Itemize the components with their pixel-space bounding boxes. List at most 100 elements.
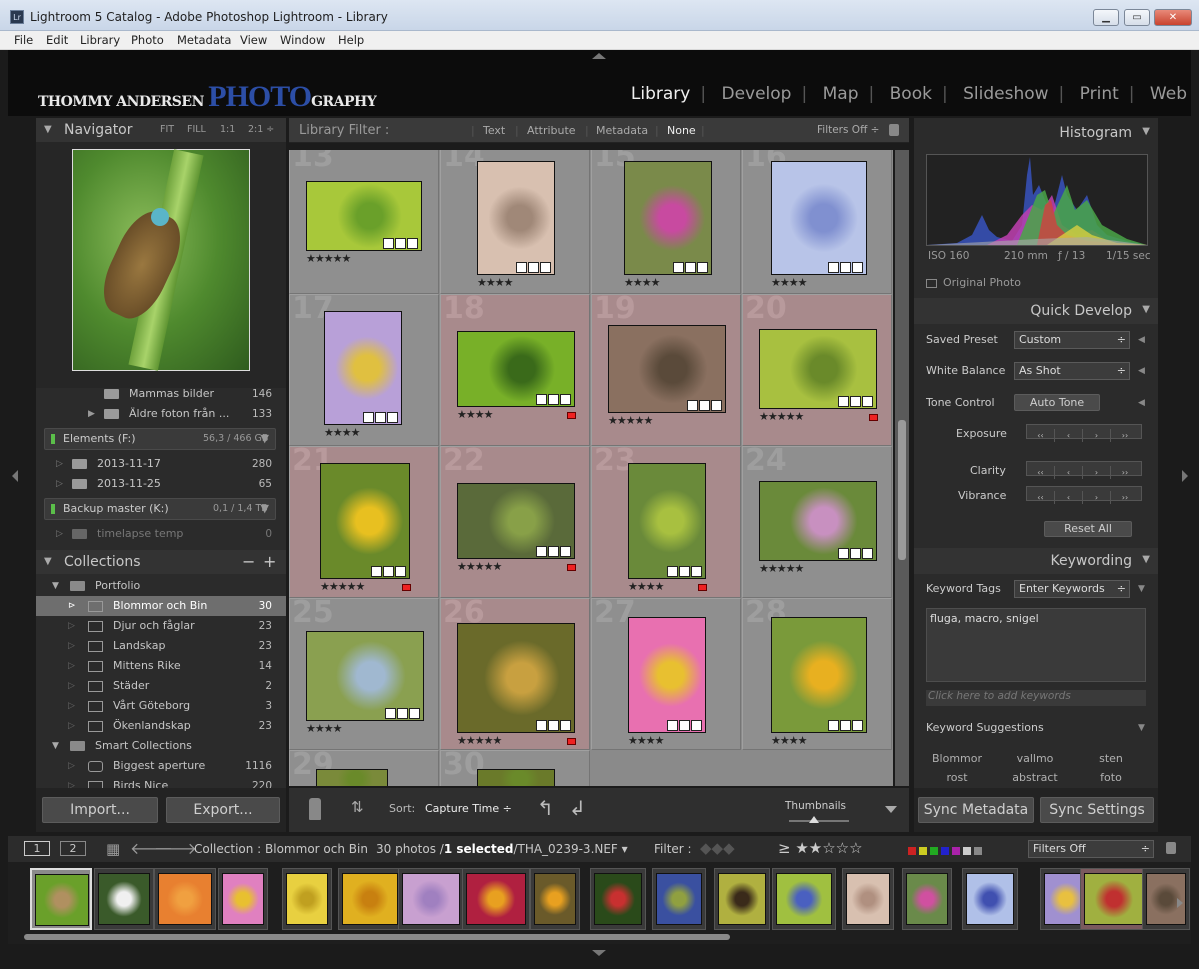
thumbnail-badges[interactable]: [666, 720, 702, 731]
vibrance-stepper[interactable]: ‹‹ ‹ › ››: [1026, 486, 1142, 504]
white-balance-select[interactable]: As Shot ÷: [1014, 362, 1130, 380]
sync-settings-button[interactable]: Sync Settings: [1040, 797, 1154, 823]
grid-cell[interactable]: 20 ★★★★★: [742, 291, 892, 446]
smart-collections-set[interactable]: ▼ Smart Collections: [36, 736, 286, 756]
auto-tone-button[interactable]: Auto Tone: [1014, 394, 1100, 411]
thumbnail-badges[interactable]: [535, 720, 571, 731]
grid-cell[interactable]: 26 ★★★★★: [440, 595, 590, 750]
folder-item[interactable]: ▷ 2013-11-17 280: [36, 454, 286, 474]
color-label-red[interactable]: [567, 412, 576, 419]
filmstrip-thumbnail[interactable]: [530, 868, 580, 930]
maximize-button[interactable]: ▭: [1124, 9, 1150, 26]
thumbnail-rating[interactable]: ★★★★: [628, 734, 664, 747]
collapse-bottom-panel-icon[interactable]: [592, 950, 606, 956]
forward-arrow-icon[interactable]: 🡒: [154, 838, 197, 858]
thumbnail-badges[interactable]: [362, 412, 398, 423]
sort-dropdown[interactable]: Capture Time ÷: [425, 802, 512, 815]
collapse-top-panel-icon[interactable]: [592, 53, 606, 59]
module-web[interactable]: Web: [1150, 84, 1187, 104]
grid-thumbnail[interactable]: [771, 161, 867, 275]
folder-item[interactable]: ▷ timelapse temp 0: [36, 524, 286, 544]
filmstrip-thumbnail[interactable]: [462, 868, 530, 930]
filmstrip-thumbnail[interactable]: [30, 868, 92, 930]
filter-text[interactable]: Text: [483, 118, 505, 143]
volume-backup[interactable]: Backup master (K:) 0,1 / 1,4 TB ▼: [44, 498, 276, 520]
thumbnail-badges[interactable]: [837, 396, 873, 407]
keyword-suggestion[interactable]: foto: [1076, 771, 1146, 784]
grid-cell[interactable]: 25 ★★★★: [289, 595, 439, 750]
thumbnail-rating[interactable]: ★★★★: [324, 426, 360, 439]
filmstrip-thumbnail[interactable]: [154, 868, 216, 930]
flag-filter-icons[interactable]: ◆◆◆: [700, 839, 735, 857]
collection-item[interactable]: ▷ Mittens Rike 14: [36, 656, 286, 676]
collection-item[interactable]: ▷ Vårt Göteborg 3: [36, 696, 286, 716]
grid-thumbnail[interactable]: [324, 311, 402, 425]
close-button[interactable]: ✕: [1154, 9, 1192, 26]
keyword-suggestion[interactable]: rost: [922, 771, 992, 784]
thumbnail-rating[interactable]: ★★★★: [624, 276, 660, 289]
grid-cell[interactable]: 24 ★★★★★: [742, 443, 892, 598]
sort-direction-icon[interactable]: ⇅: [351, 798, 364, 816]
keyword-suggestions-row[interactable]: Keyword Suggestions ▼: [926, 718, 1156, 738]
folder-item[interactable]: ▷ 2013-11-25 65: [36, 474, 286, 494]
collapse-right-panel-icon[interactable]: [1182, 470, 1188, 482]
collection-item[interactable]: ▷ Djur och fåglar 23: [36, 616, 286, 636]
sync-metadata-button[interactable]: Sync Metadata: [918, 797, 1034, 823]
lock-icon[interactable]: [889, 124, 899, 136]
collapse-left-panel-icon[interactable]: [12, 470, 18, 482]
filmstrip-scroll-right-icon[interactable]: [1177, 898, 1183, 908]
color-label-filter[interactable]: [908, 844, 994, 855]
painter-icon[interactable]: [309, 798, 321, 820]
collections-header[interactable]: ▼ Collections − +: [36, 550, 286, 574]
thumbnail-badges[interactable]: [686, 400, 722, 411]
filmstrip-thumbnail[interactable]: [714, 868, 770, 930]
import-button[interactable]: Import...: [42, 797, 158, 823]
color-label-red[interactable]: [567, 564, 576, 571]
remove-collection-button[interactable]: −: [242, 550, 255, 574]
thumbnail-rating[interactable]: ★★★★: [628, 580, 664, 593]
filmstrip-thumbnail[interactable]: [218, 868, 268, 930]
rotate-right-icon[interactable]: ↲: [569, 796, 586, 820]
collection-item-selected[interactable]: ⊳ Blommor och Bin 30: [36, 596, 286, 616]
filter-metadata[interactable]: Metadata: [596, 118, 648, 143]
grid-cell[interactable]: 22 ★★★★★: [440, 443, 590, 598]
menu-metadata[interactable]: Metadata: [177, 33, 231, 47]
filmstrip-thumbnail[interactable]: [652, 868, 706, 930]
collection-item[interactable]: ▷ Landskap 23: [36, 636, 286, 656]
reset-all-button[interactable]: Reset All: [1044, 521, 1132, 537]
thumbnail-rating[interactable]: ★★★★★: [457, 560, 502, 573]
grid-thumbnail[interactable]: [316, 769, 388, 786]
menu-edit[interactable]: Edit: [46, 33, 68, 47]
secondary-window-button[interactable]: 2: [60, 841, 86, 856]
filmstrip-thumbnail[interactable]: [398, 868, 464, 930]
minimize-button[interactable]: ▁: [1093, 9, 1119, 26]
filmstrip-filters-select[interactable]: Filters Off ÷: [1028, 840, 1154, 858]
thumbnail-rating[interactable]: ★★★★★: [457, 734, 502, 747]
thumbnail-badges[interactable]: [384, 708, 420, 719]
thumbnail-badges[interactable]: [370, 566, 406, 577]
keyword-suggestion[interactable]: abstract: [1000, 771, 1070, 784]
thumbnail-badges[interactable]: [535, 546, 571, 557]
keyword-tags-select[interactable]: Enter Keywords ÷: [1014, 580, 1130, 598]
filmstrip-thumbnail[interactable]: [338, 868, 402, 930]
grid-thumbnail[interactable]: [771, 617, 867, 733]
thumbnail-rating[interactable]: ★★★★★: [759, 562, 804, 575]
grid-cell[interactable]: 28 ★★★★: [742, 595, 892, 750]
grid-cell[interactable]: 30: [440, 747, 590, 786]
collection-item[interactable]: ▷ Städer 2: [36, 676, 286, 696]
menu-help[interactable]: Help: [338, 33, 364, 47]
module-develop[interactable]: Develop: [721, 84, 791, 104]
navigator-header[interactable]: ▼ Navigator FIT FILL 1:1 2:1 ÷: [36, 118, 286, 142]
module-print[interactable]: Print: [1080, 84, 1119, 104]
filmstrip-thumbnail[interactable]: [282, 868, 332, 930]
filmstrip-lock-icon[interactable]: [1166, 842, 1176, 854]
filmstrip-thumbnail[interactable]: [590, 868, 646, 930]
filmstrip-thumbnail[interactable]: [962, 868, 1018, 930]
thumbnail-rating[interactable]: ★★★★: [477, 276, 513, 289]
keywords-textarea[interactable]: fluga, macro, snigel: [926, 608, 1146, 682]
toolbar-menu-icon[interactable]: [885, 806, 897, 813]
menu-photo[interactable]: Photo: [131, 33, 164, 47]
thumbnail-badges[interactable]: [666, 566, 702, 577]
thumbnail-rating[interactable]: ★★★★★: [759, 410, 804, 423]
thumbnail-badges[interactable]: [672, 262, 708, 273]
